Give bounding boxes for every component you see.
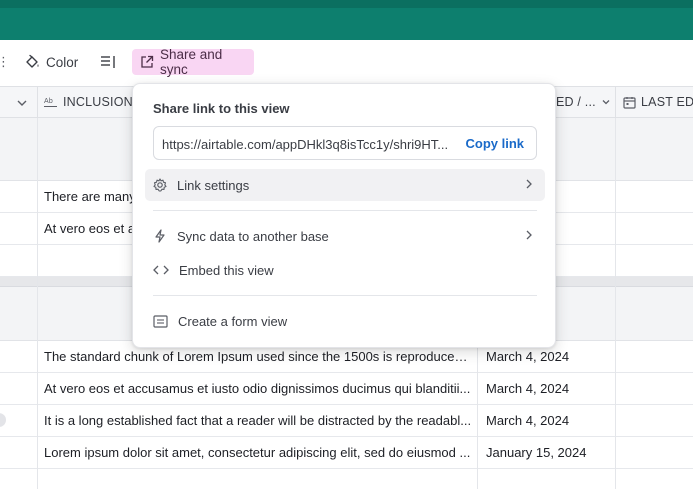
calendar-icon [623,96,636,109]
share-and-sync-button[interactable]: Share and sync [132,47,254,77]
embed-view-label: Embed this view [179,262,274,278]
comment-count-bubble[interactable] [0,413,6,427]
sync-data-item[interactable]: Sync data to another base [145,220,545,252]
inclusion-cell[interactable]: It is a long established fact that a rea… [44,405,472,436]
share-url-box: Copy link [153,126,537,160]
chevron-down-icon[interactable] [16,97,28,109]
column-divider [37,87,38,119]
date-cell[interactable]: March 4, 2024 [486,405,610,436]
app-topbar [0,0,693,40]
color-button-label: Color [46,54,79,70]
popover-divider [153,210,537,211]
form-icon [153,314,168,328]
share-and-sync-label: Share and sync [160,47,223,77]
create-form-view-label: Create a form view [178,313,288,329]
popover-divider [153,295,537,296]
column-header-inclusion-label: INCLUSION [63,95,133,109]
gear-icon [153,178,167,192]
create-form-view-item[interactable]: Create a form view [145,305,545,337]
sync-data-label: Sync data to another base [177,228,329,244]
embed-view-item[interactable]: Embed this view [145,254,545,286]
paint-bucket-icon [26,54,39,68]
view-toolbar: ⋮ Color Share and sync [0,40,693,84]
date-cell[interactable]: January 15, 2024 [486,437,610,468]
table-row[interactable]: Lorem ipsum dolor sit amet, consectetur … [0,437,693,469]
column-header-hidden-label: ED / ... [556,95,596,109]
row-height-icon [101,56,115,68]
share-url-input[interactable] [162,134,456,154]
bolt-icon [155,229,165,243]
date-cell[interactable]: March 4, 2024 [486,373,610,404]
column-divider [615,87,616,119]
column-header-last-edited[interactable]: LAST ED... [623,95,693,109]
inclusion-cell[interactable]: Lorem ipsum dolor sit amet, consectetur … [44,437,472,468]
table-row[interactable]: At vero eos et accusamus et iusto odio d… [0,373,693,405]
text-field-icon: Ab [44,98,57,107]
code-brackets-icon [153,265,169,275]
toolbar-edge-item[interactable]: ⋮ [0,49,10,75]
chevron-down-icon [602,100,610,105]
link-settings-label: Link settings [177,177,250,193]
chevron-right-icon [526,179,532,189]
column-header-inclusion[interactable]: Ab INCLUSION [44,95,133,109]
table-row[interactable]: It is a long established fact that a rea… [0,405,693,437]
external-link-icon [141,55,154,68]
link-settings-item[interactable]: Link settings [145,169,545,201]
share-link-popover: Share link to this view Copy link Link s… [132,83,556,348]
svg-text:Ab: Ab [44,98,53,105]
column-gridline [615,118,616,489]
column-header-hidden[interactable]: ED / ... [556,95,611,109]
copy-link-button[interactable]: Copy link [465,136,524,151]
chevron-right-icon [526,230,532,240]
popover-title: Share link to this view [153,101,290,116]
inclusion-cell[interactable]: At vero eos et accusamus et iusto odio d… [44,373,472,404]
column-gridline [37,118,38,489]
column-header-last-edited-label: LAST ED... [641,95,693,109]
topbar-strip [0,0,693,8]
row-height-button[interactable] [100,49,116,75]
color-button[interactable]: Color [24,49,78,75]
